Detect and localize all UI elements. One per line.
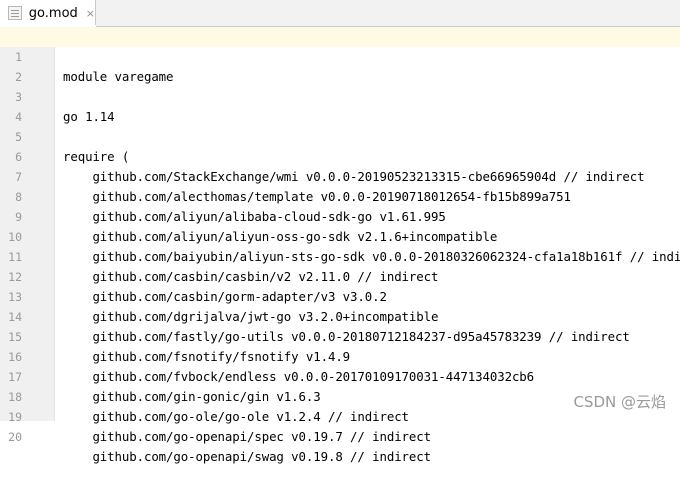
code-line[interactable]: 4 xyxy=(0,87,680,124)
tab-label: go.mod xyxy=(28,5,78,21)
code-line[interactable]: 16 github.com/fvbock/endless v0.0.0-2017… xyxy=(0,327,680,384)
code-line[interactable]: 14 github.com/fastly/go-utils v0.0.0-201… xyxy=(0,287,680,344)
code-line[interactable]: 15 github.com/fsnotify/fsnotify v1.4.9 xyxy=(0,307,680,364)
code-line[interactable]: 17 github.com/gin-gonic/gin v1.6.3 xyxy=(0,347,680,404)
code-line[interactable]: 10 github.com/baiyubin/aliyun-sts-go-sdk… xyxy=(0,207,680,264)
code-line[interactable]: 8 github.com/aliyun/alibaba-cloud-sdk-go… xyxy=(0,167,680,224)
code-line[interactable]: 13 github.com/dgrijalva/jwt-go v3.2.0+in… xyxy=(0,267,680,324)
code-line[interactable]: 2 xyxy=(0,47,680,84)
code-editor[interactable]: 1 module varegame 2 3 go 1.14 4 5 requir… xyxy=(0,27,680,464)
code-line[interactable]: 5 require ( xyxy=(0,107,680,164)
code-line[interactable]: 1 module varegame xyxy=(0,27,680,84)
code-line[interactable]: 9 github.com/aliyun/aliyun-oss-go-sdk v2… xyxy=(0,187,680,244)
tab-go-mod[interactable]: go.mod × xyxy=(0,0,96,27)
file-icon xyxy=(8,6,22,20)
code-line[interactable]: 7 github.com/alecthomas/template v0.0.0-… xyxy=(0,147,680,204)
line-text: github.com/go-openapi/swag v0.19.8 // in… xyxy=(63,449,431,464)
line-number: 20 xyxy=(8,430,22,444)
code-line[interactable]: 3 go 1.14 xyxy=(0,67,680,124)
code-line[interactable]: 18 github.com/go-ole/go-ole v1.2.4 // in… xyxy=(0,367,680,424)
code-line[interactable]: 11 github.com/casbin/casbin/v2 v2.11.0 /… xyxy=(0,227,680,284)
close-icon[interactable]: × xyxy=(86,7,95,20)
code-line[interactable]: 6 github.com/StackExchange/wmi v0.0.0-20… xyxy=(0,127,680,184)
editor-tab-bar: go.mod × xyxy=(0,0,680,27)
line-text: github.com/go-openapi/spec v0.19.7 // in… xyxy=(63,429,431,444)
csdn-watermark: CSDN @云焰 xyxy=(573,393,666,411)
code-line[interactable]: 12 github.com/casbin/gorm-adapter/v3 v3.… xyxy=(0,247,680,304)
